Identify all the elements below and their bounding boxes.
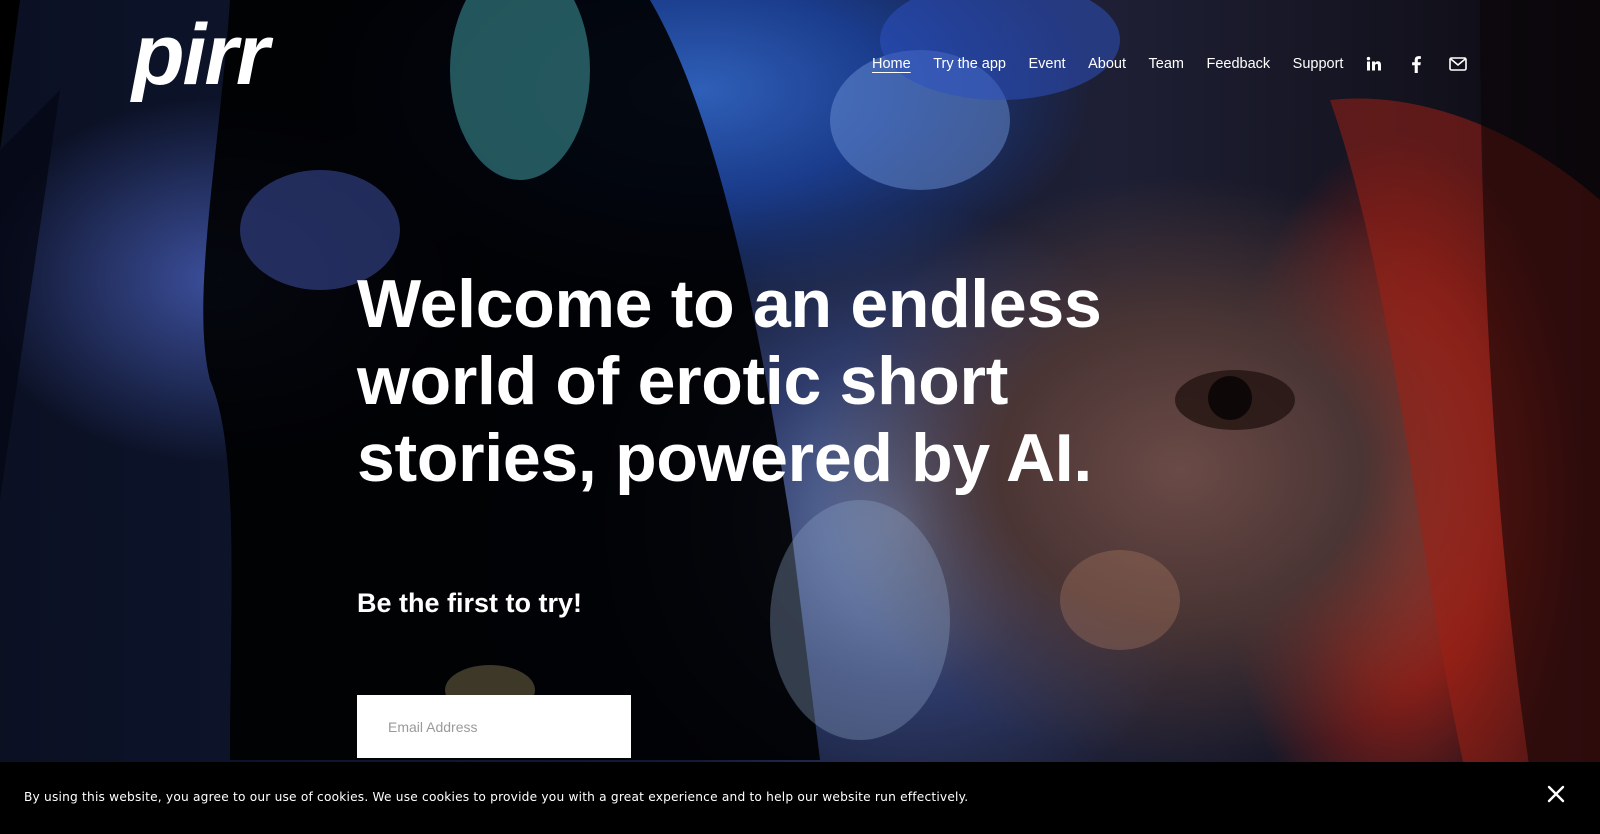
facebook-icon[interactable] — [1406, 54, 1426, 74]
social-links — [1364, 54, 1468, 74]
nav-item-feedback[interactable]: Feedback — [1206, 55, 1270, 73]
pirr-logo[interactable]: pirr — [132, 12, 269, 98]
hero-subheadline: Be the first to try! — [357, 588, 583, 618]
close-icon[interactable] — [1545, 783, 1567, 805]
hero-headline: Welcome to an endless world of erotic sh… — [357, 266, 1102, 496]
email-input[interactable] — [357, 695, 631, 758]
nav-item-about[interactable]: About — [1088, 55, 1126, 73]
email-icon[interactable] — [1448, 54, 1468, 74]
cookie-banner-text: By using this website, you agree to our … — [24, 790, 969, 804]
nav-item-team[interactable]: Team — [1149, 55, 1184, 73]
nav-item-support[interactable]: Support — [1293, 55, 1344, 73]
main-nav: Home Try the app Event About Team Feedba… — [872, 55, 1366, 73]
nav-item-home[interactable]: Home — [872, 55, 911, 73]
landing-page: pirr Home Try the app Event About Team F… — [0, 0, 1600, 834]
nav-item-try-the-app[interactable]: Try the app — [933, 55, 1006, 73]
nav-item-event[interactable]: Event — [1029, 55, 1066, 73]
cookie-banner: By using this website, you agree to our … — [0, 762, 1600, 834]
linkedin-icon[interactable] — [1364, 54, 1384, 74]
